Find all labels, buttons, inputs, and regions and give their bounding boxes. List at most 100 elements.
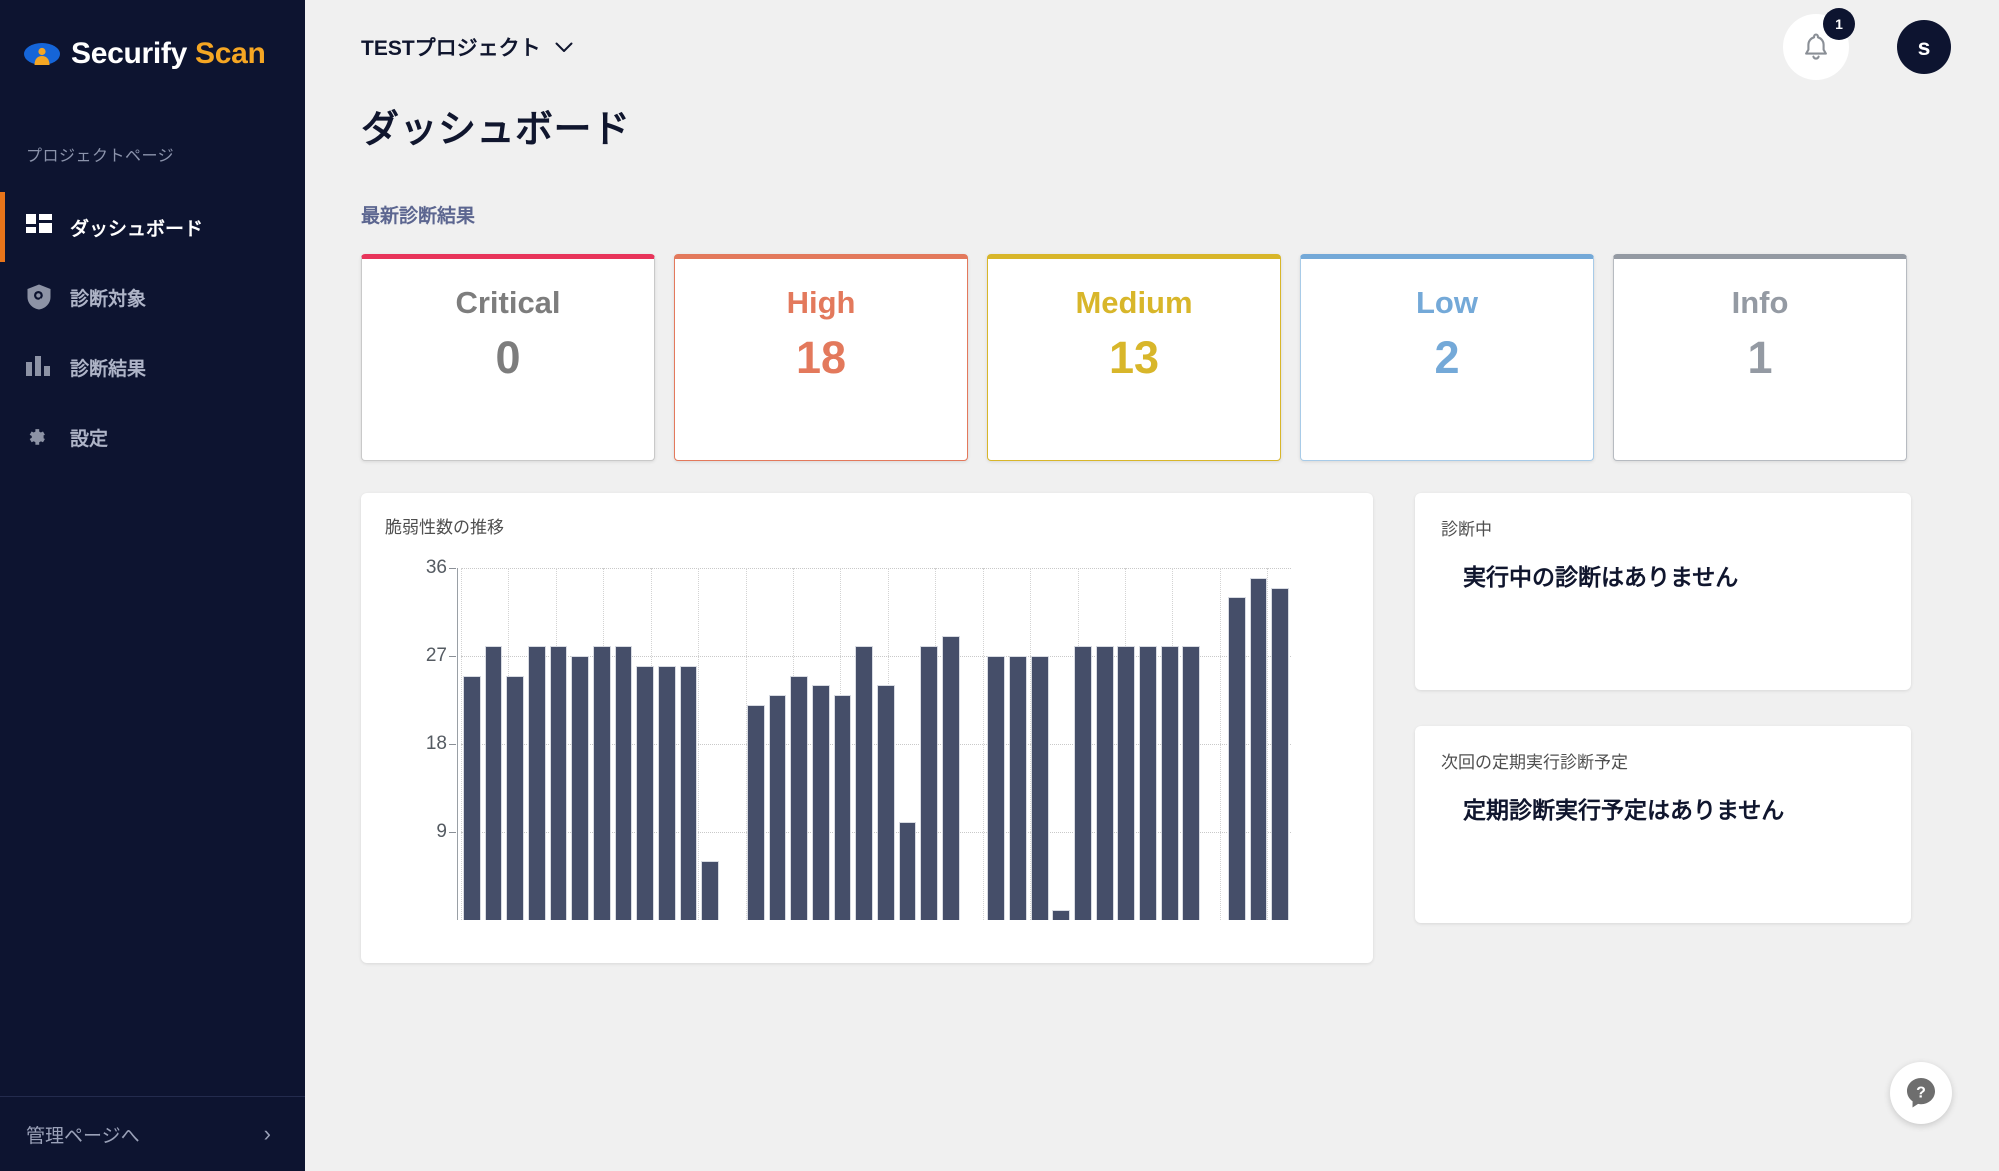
chevron-right-icon: › xyxy=(263,1121,271,1146)
chart-bar xyxy=(1117,646,1136,920)
chart-bar-slot[interactable] xyxy=(613,568,635,920)
chart-bar xyxy=(987,656,1006,920)
gear-icon xyxy=(29,429,45,445)
chart-bar-slot[interactable] xyxy=(918,568,940,920)
chart-bar-slot[interactable] xyxy=(745,568,767,920)
severity-card-critical[interactable]: Critical 0 xyxy=(361,254,655,461)
chart-bar xyxy=(636,665,655,920)
chart-bar-slot[interactable] xyxy=(548,568,570,920)
severity-card-medium[interactable]: Medium 13 xyxy=(987,254,1281,461)
chart-bar xyxy=(941,636,960,920)
chart-bar-slot[interactable] xyxy=(699,568,721,920)
chart-bar-slot[interactable] xyxy=(940,568,962,920)
chart-bar xyxy=(833,695,852,920)
chart-bar-slot[interactable] xyxy=(875,568,897,920)
sidebar-admin-label: 管理ページへ xyxy=(26,1125,140,1147)
chart-bar xyxy=(1074,646,1092,920)
brand-logo[interactable]: Securify Scan xyxy=(0,0,305,80)
vulnerability-trend-chart-card: 脆弱性数の推移 9 18 27 36 xyxy=(361,493,1373,963)
severity-card-count: 1 xyxy=(1747,331,1773,383)
chart-y-tick-label: 18 xyxy=(425,733,457,754)
sidebar-admin-link[interactable]: 管理ページへ › xyxy=(0,1096,305,1171)
avatar[interactable]: s xyxy=(1897,20,1951,74)
sidebar-item-scan-results[interactable]: 診断結果 xyxy=(0,332,305,402)
chart-bar-slot[interactable] xyxy=(526,568,548,920)
chart-bar-slot[interactable] xyxy=(1248,568,1270,920)
severity-card-info[interactable]: Info 1 xyxy=(1613,254,1907,461)
severity-card-name: Low xyxy=(1416,285,1478,320)
status-card-running-scan: 診断中 実行中の診断はありません xyxy=(1415,493,1911,690)
chart-bar-slot[interactable] xyxy=(1137,568,1159,920)
brand-word-2: Scan xyxy=(195,37,266,70)
chart-bar-slot[interactable] xyxy=(1181,568,1203,920)
chart-bar xyxy=(920,646,938,920)
chart-bar-slot[interactable] xyxy=(1050,568,1072,920)
project-selector[interactable]: TESTプロジェクト xyxy=(361,32,573,62)
chart-y-tick-label: 27 xyxy=(425,645,457,666)
severity-card-count: 2 xyxy=(1434,331,1460,383)
status-card-label: 診断中 xyxy=(1441,520,1492,539)
chart-bar-slot[interactable] xyxy=(1269,568,1291,920)
chart-bar xyxy=(658,665,676,920)
chart-bar-slot[interactable] xyxy=(985,568,1007,920)
chart-bar-slot[interactable] xyxy=(569,568,591,920)
chart-bar-slot[interactable] xyxy=(591,568,613,920)
sidebar-item-label: 診断対象 xyxy=(70,288,147,310)
severity-card-name: High xyxy=(786,285,856,320)
sidebar-item-label: 設定 xyxy=(70,428,109,450)
help-button[interactable]: ? xyxy=(1890,1062,1952,1124)
severity-card-low[interactable]: Low 2 xyxy=(1300,254,1594,461)
brand-word-1: Securify xyxy=(71,37,187,70)
sidebar-item-label: ダッシュボード xyxy=(70,218,204,240)
chart-bar-slot[interactable] xyxy=(656,568,678,920)
severity-card-name: Info xyxy=(1731,285,1789,320)
bar-chart-icon xyxy=(26,356,50,376)
chart-bar-slot[interactable] xyxy=(1094,568,1116,920)
chart-bar-slot[interactable] xyxy=(461,568,483,920)
chart-bar-slot[interactable] xyxy=(853,568,875,920)
chart-bar xyxy=(746,704,765,920)
chart-bar xyxy=(679,665,698,920)
project-name: TESTプロジェクト xyxy=(361,37,541,60)
sidebar-nav: ダッシュボード 診断対象 診断結果 設定 xyxy=(0,192,305,472)
chart-bar-slot[interactable] xyxy=(788,568,810,920)
chart-bar xyxy=(549,646,568,920)
severity-card-name: Critical xyxy=(455,285,561,320)
sidebar-item-dashboard[interactable]: ダッシュボード xyxy=(0,192,305,262)
chart-bar xyxy=(1030,656,1049,920)
brand-text: Securify Scan xyxy=(71,39,266,69)
notification-badge: 1 xyxy=(1823,8,1855,40)
chart-bar xyxy=(811,685,830,920)
chart-bar-slot[interactable] xyxy=(504,568,526,920)
notifications-button[interactable]: 1 xyxy=(1783,8,1855,80)
sidebar-item-scan-targets[interactable]: 診断対象 xyxy=(0,262,305,332)
chart-bar xyxy=(790,675,808,920)
chart-bar-slot[interactable] xyxy=(634,568,656,920)
chart-bar-slot[interactable] xyxy=(678,568,700,920)
sidebar-item-label: 診断結果 xyxy=(70,358,147,380)
chart-bar xyxy=(1271,587,1290,920)
chart-bar-slot[interactable] xyxy=(810,568,832,920)
sidebar-item-settings[interactable]: 設定 xyxy=(0,402,305,472)
chart-bar-slot[interactable] xyxy=(1159,568,1181,920)
chart-bars xyxy=(461,568,1291,920)
chart-y-axis: 9 18 27 36 xyxy=(399,557,457,920)
severity-card-name: Medium xyxy=(1075,285,1193,320)
severity-card-count: 0 xyxy=(495,331,521,383)
chart-bar-slot[interactable] xyxy=(832,568,854,920)
chart-bar-slot[interactable] xyxy=(897,568,919,920)
status-card-value: 定期診断実行予定はありません xyxy=(1463,797,1785,823)
chart-bar-slot[interactable] xyxy=(1116,568,1138,920)
chart-bar xyxy=(506,675,525,920)
chart-bar-slot[interactable] xyxy=(767,568,789,920)
chart-bar-slot[interactable] xyxy=(1029,568,1051,920)
chart-bar-slot[interactable] xyxy=(1226,568,1248,920)
chart-bar-slot[interactable] xyxy=(1007,568,1029,920)
chart-bar xyxy=(1095,646,1114,920)
severity-card-high[interactable]: High 18 xyxy=(674,254,968,461)
chart-bar-slot[interactable] xyxy=(483,568,505,920)
page-title: ダッシュボード xyxy=(361,109,631,151)
chart-bar-slot[interactable] xyxy=(1072,568,1094,920)
chart-bar xyxy=(484,646,503,920)
section-label-latest-results: 最新診断結果 xyxy=(361,206,476,227)
